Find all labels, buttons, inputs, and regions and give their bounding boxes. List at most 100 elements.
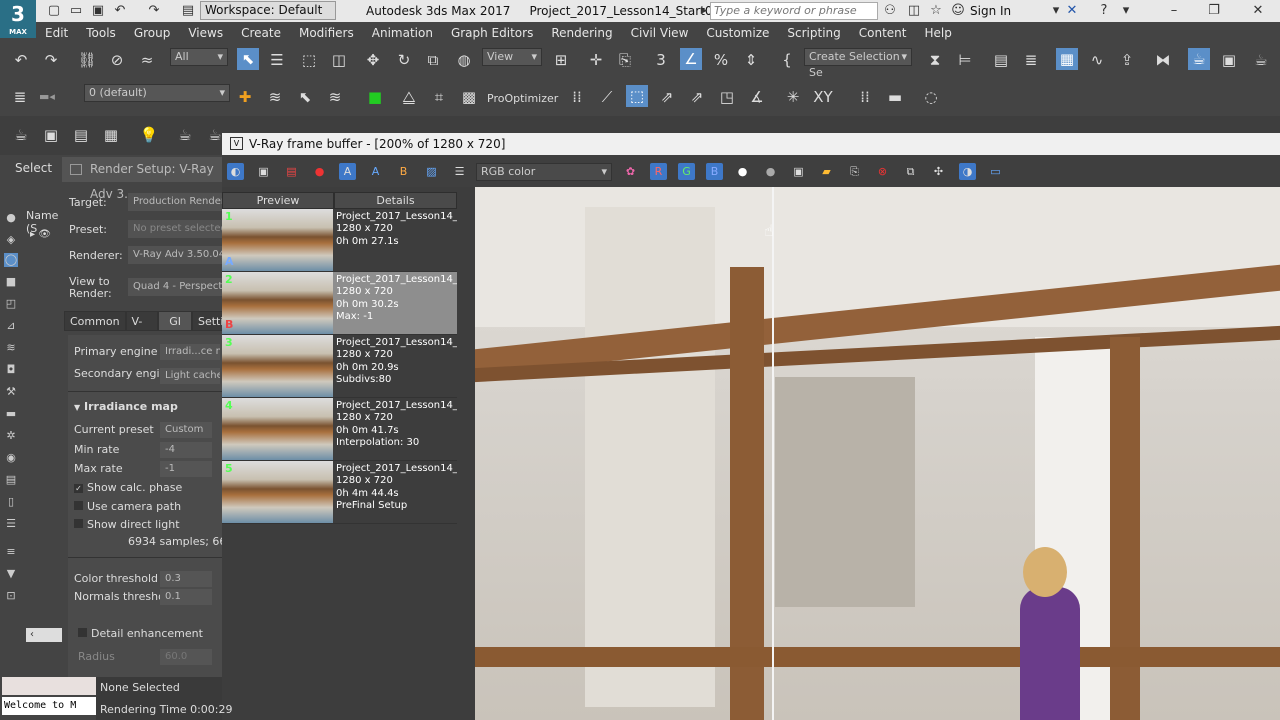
- snap-bounding-icon[interactable]: ⬚: [626, 85, 648, 107]
- selection-filter-dropdown[interactable]: All: [170, 48, 228, 66]
- document-icon[interactable]: ▤: [4, 473, 18, 487]
- page-icon[interactable]: ▯: [4, 495, 18, 509]
- remove-icon[interactable]: ●: [311, 163, 328, 180]
- toggle-ribbon-icon[interactable]: ▦: [1056, 48, 1078, 70]
- select-object-icon[interactable]: ⬉: [237, 48, 259, 70]
- region-render-icon[interactable]: ✣: [930, 163, 947, 180]
- snaps-toggle-icon[interactable]: 3: [650, 49, 672, 71]
- snap-tangent-icon[interactable]: ∡: [746, 86, 768, 108]
- secondary-engine-dropdown[interactable]: Light cache: [160, 368, 220, 384]
- snap-circle-icon[interactable]: ◌: [920, 86, 942, 108]
- app-logo-button[interactable]: 3 MAX: [0, 0, 36, 38]
- spinner-snap-icon[interactable]: ⇕: [740, 49, 762, 71]
- dotted-grid-icon[interactable]: ⁞⁞: [566, 86, 588, 108]
- folder-icon[interactable]: ⊡: [4, 589, 18, 603]
- menu-edit[interactable]: Edit: [36, 26, 77, 40]
- select-tab[interactable]: Select: [15, 161, 52, 175]
- user-icon[interactable]: ☺: [950, 3, 966, 19]
- open-file-icon[interactable]: ▭: [68, 3, 84, 19]
- menu-content[interactable]: Content: [850, 26, 916, 40]
- redo-icon[interactable]: ↷: [146, 3, 162, 19]
- redo-icon[interactable]: ↷: [40, 49, 62, 71]
- layer-explorer-icon[interactable]: ≣: [1020, 49, 1042, 71]
- move-icon[interactable]: ✥: [362, 49, 384, 71]
- color-channels-icon[interactable]: ✿: [622, 163, 639, 180]
- close-icon[interactable]: ✕: [1250, 3, 1266, 19]
- menu-help[interactable]: Help: [916, 26, 961, 40]
- save-image-icon[interactable]: ▣: [255, 163, 272, 180]
- menu-create[interactable]: Create: [232, 26, 290, 40]
- history-toggle-icon[interactable]: ◐: [227, 163, 244, 180]
- link-to-viewport-icon[interactable]: ▭: [987, 163, 1004, 180]
- snap-vertex-icon[interactable]: ⟋: [596, 86, 618, 108]
- preview-column-header[interactable]: Preview: [222, 192, 334, 209]
- snap-face-icon[interactable]: ⇗: [686, 86, 708, 108]
- compare-ab-icon[interactable]: A: [339, 163, 356, 180]
- render-last-icon[interactable]: ◑: [959, 163, 976, 180]
- exchange-icon[interactable]: ✕: [1064, 3, 1080, 19]
- rendered-image[interactable]: ☝: [475, 187, 1280, 720]
- select-manipulate-icon[interactable]: ✛: [585, 49, 607, 71]
- communication-center-icon[interactable]: ◫: [906, 3, 922, 19]
- prooptimizer-button[interactable]: ProOptimizer: [487, 92, 558, 105]
- load-image-icon[interactable]: ▰: [818, 163, 835, 180]
- history-item[interactable]: 3 Project_2017_Lesson14_S 1280 x 720 0h 0m…: [222, 335, 457, 398]
- menu-modifiers[interactable]: Modifiers: [290, 26, 363, 40]
- menu-scripting[interactable]: Scripting: [778, 26, 849, 40]
- menu-customize[interactable]: Customize: [697, 26, 778, 40]
- minimize-icon[interactable]: –: [1166, 3, 1182, 19]
- primary-engine-dropdown[interactable]: Irradi...ce map: [160, 344, 220, 360]
- scroll-left-button[interactable]: ‹: [26, 628, 62, 642]
- expand-arrow-icon[interactable]: ▸ 👁: [30, 229, 51, 240]
- radius-spinner[interactable]: 60.0: [160, 649, 212, 665]
- layer-visibility-icon[interactable]: ▬◂: [36, 86, 58, 108]
- menu-civil-view[interactable]: Civil View: [622, 26, 698, 40]
- snap-edge-icon[interactable]: ⇗: [656, 86, 678, 108]
- layer-manager-icon[interactable]: ≣: [9, 86, 31, 108]
- workspace-dropdown[interactable]: Workspace: Default: [200, 1, 336, 20]
- list-icon[interactable]: ☰: [4, 517, 18, 531]
- target-dropdown[interactable]: Production Rendering: [128, 193, 228, 211]
- curve-editor-icon[interactable]: ∿: [1086, 49, 1108, 71]
- named-selection-set-dropdown[interactable]: Create Selection Se: [804, 48, 912, 79]
- stack-icon[interactable]: ⧋: [398, 86, 420, 108]
- show-calc-phase-checkbox[interactable]: ✓ Show calc. phase: [74, 481, 182, 494]
- favorites-star-icon[interactable]: ☆: [928, 3, 944, 19]
- menu-views[interactable]: Views: [179, 26, 232, 40]
- channel-dropdown[interactable]: RGB color: [476, 163, 612, 181]
- flip-icon[interactable]: ▨: [423, 163, 440, 180]
- use-camera-path-checkbox[interactable]: Use camera path: [74, 500, 181, 513]
- grid-icon[interactable]: ⌗: [428, 86, 450, 108]
- new-file-icon[interactable]: ▢: [46, 3, 62, 19]
- irradiance-map-rollout[interactable]: ▼ Irradiance map: [74, 400, 178, 413]
- select-layer-objects-icon[interactable]: ⬉: [294, 86, 316, 108]
- render-list-icon[interactable]: ▤: [70, 124, 92, 146]
- project-folder-icon[interactable]: ▤: [180, 3, 196, 19]
- sphere-icon[interactable]: ●: [4, 211, 18, 225]
- render-production-icon[interactable]: ☕: [1250, 49, 1272, 71]
- renderer-dropdown[interactable]: V-Ray Adv 3.50.04: [128, 246, 228, 264]
- show-direct-light-checkbox[interactable]: Show direct light: [74, 518, 180, 531]
- sign-in-link[interactable]: Sign In: [970, 4, 1011, 18]
- render-setup-icon[interactable]: ☕: [1188, 48, 1210, 70]
- rendered-frame-icon[interactable]: ▣: [40, 124, 62, 146]
- alpha-white-icon[interactable]: ●: [734, 163, 751, 180]
- reference-coordinate-dropdown[interactable]: View: [482, 48, 542, 66]
- snap-pivot-icon[interactable]: ◳: [716, 86, 738, 108]
- lights-icon[interactable]: ◯: [4, 253, 18, 267]
- green-channel-icon[interactable]: G: [678, 163, 695, 180]
- history-menu-icon[interactable]: ☰: [451, 163, 468, 180]
- edit-named-selection-icon[interactable]: {: [776, 49, 798, 71]
- eye-icon[interactable]: ◉: [4, 451, 18, 465]
- min-rate-spinner[interactable]: -4: [160, 442, 212, 458]
- angle-snap-icon[interactable]: ∠: [680, 48, 702, 70]
- red-channel-icon[interactable]: R: [650, 163, 667, 180]
- history-item[interactable]: 4 Project_2017_Lesson14_S 1280 x 720 0h 0m…: [222, 398, 457, 461]
- detail-enhancement-checkbox[interactable]: Detail enhancement: [78, 627, 203, 640]
- dotted-grid-2-icon[interactable]: ⁞⁞: [854, 86, 876, 108]
- menu-graph-editors[interactable]: Graph Editors: [442, 26, 542, 40]
- clear-image-icon[interactable]: ⊗: [874, 163, 891, 180]
- maxscript-listener-input[interactable]: Welcome to M: [2, 697, 96, 715]
- history-item[interactable]: 5 Project_2017_Lesson14_S 1280 x 720 0h 4m…: [222, 461, 457, 524]
- signin-dropdown-icon[interactable]: ▾: [1048, 3, 1064, 19]
